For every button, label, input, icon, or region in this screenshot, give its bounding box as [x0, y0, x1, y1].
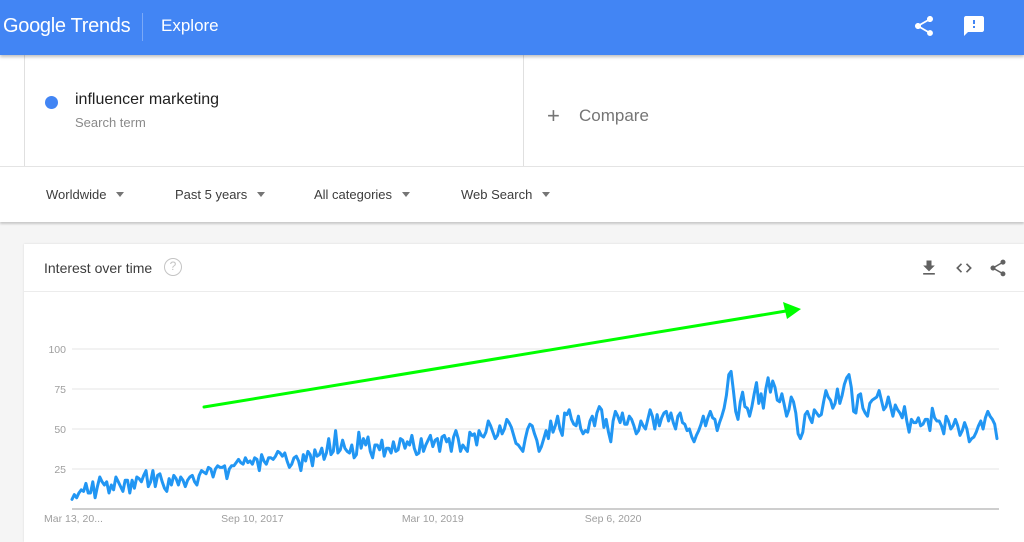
chart-gridlines	[72, 348, 999, 510]
term-color-dot	[45, 96, 58, 109]
y-tick-label: 25	[54, 464, 66, 476]
chevron-down-icon	[542, 192, 551, 197]
chevron-down-icon	[402, 192, 411, 197]
top-app-bar: Google Trends Explore	[0, 0, 1024, 55]
x-tick-label: Mar 10, 2019	[402, 513, 464, 525]
search-type-dropdown[interactable]: Web Search	[461, 187, 551, 202]
y-tick-label: 75	[54, 384, 66, 396]
filter-bar: Worldwide Past 5 years All categories We…	[0, 166, 1024, 222]
y-tick-label: 100	[48, 344, 66, 356]
region-dropdown[interactable]: Worldwide	[46, 187, 125, 202]
x-tick-label: Sep 6, 2020	[585, 513, 642, 525]
share-icon[interactable]	[912, 14, 936, 38]
x-tick-label: Sep 10, 2017	[221, 513, 284, 525]
google-trends-logo[interactable]: Google Trends	[3, 15, 131, 38]
header-divider	[142, 13, 143, 41]
page-title: Explore	[161, 16, 219, 35]
time-range-dropdown[interactable]: Past 5 years	[175, 187, 266, 202]
trend-arrow-annotation	[202, 302, 801, 409]
region-dropdown-label: Worldwide	[46, 187, 107, 202]
chevron-down-icon	[257, 192, 266, 197]
search-term-type: Search term	[75, 115, 146, 130]
chart-y-ticks: 25 50 75 100	[48, 344, 66, 476]
trend-arrow-head	[783, 302, 801, 319]
y-tick-label: 50	[54, 424, 66, 436]
search-term-card[interactable]: influencer marketing Search term	[24, 55, 524, 166]
search-term-input[interactable]: influencer marketing	[75, 91, 219, 109]
plus-icon: +	[547, 103, 560, 128]
interest-chart: 255075100 Mar 13, 20... Sep 10, 2017 Mar 1…	[44, 302, 999, 525]
trend-arrow-shaft	[202, 309, 788, 409]
compare-button[interactable]: + Compare	[547, 103, 649, 129]
feedback-icon[interactable]	[962, 14, 986, 38]
compare-label: Compare	[579, 106, 649, 125]
search-type-dropdown-label: Web Search	[461, 187, 533, 202]
category-dropdown[interactable]: All categories	[314, 187, 411, 202]
interest-over-time-card: Interest over time ? 25 50 75 100 Mar 13, 2…	[24, 244, 1024, 542]
search-panel: influencer marketing Search term + Compar…	[0, 55, 1024, 166]
time-range-dropdown-label: Past 5 years	[175, 187, 248, 202]
chevron-down-icon	[116, 192, 125, 197]
x-tick-label: Mar 13, 20...	[44, 513, 103, 525]
series-line-influencer-marketing	[70, 369, 999, 501]
chart-x-ticks: Mar 13, 20... Sep 10, 2017 Mar 10, 2019 Sep…	[44, 513, 642, 525]
category-dropdown-label: All categories	[314, 187, 393, 202]
